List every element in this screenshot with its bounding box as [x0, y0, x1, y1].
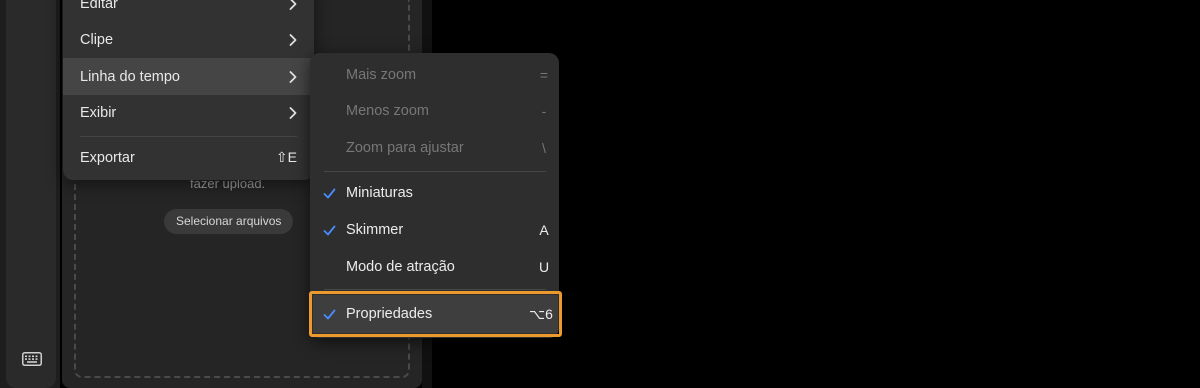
submenu-separator [324, 289, 546, 290]
submenu-item-shortcut: U [538, 259, 550, 275]
menu-separator [80, 136, 297, 137]
submenu-item-zoom-para-ajustar[interactable]: Zoom para ajustar \ [310, 130, 559, 166]
chevron-right-icon [289, 70, 297, 83]
submenu-item-shortcut: - [541, 103, 547, 119]
checkmark-icon [310, 225, 346, 236]
highlight-callout-box [309, 291, 562, 337]
chevron-right-icon [289, 0, 297, 10]
menu-item-exibir[interactable]: Exibir [63, 94, 314, 131]
submenu-item-shortcut: A [539, 222, 549, 238]
menu-item-editar[interactable]: Editar [63, 0, 314, 22]
submenu-separator [324, 171, 546, 172]
submenu-item-label: Mais zoom [346, 67, 417, 83]
menu-item-label: Exportar [80, 149, 135, 166]
menu-item-clipe[interactable]: Clipe [63, 21, 314, 58]
chevron-right-icon [289, 106, 297, 119]
select-files-button[interactable]: Selecionar arquivos [164, 209, 294, 234]
checkmark-icon [310, 188, 346, 199]
menu-item-exportar[interactable]: Exportar ⇧E [63, 139, 314, 176]
keyboard-icon[interactable] [22, 352, 42, 366]
submenu-item-modo-de-atracao[interactable]: Modo de atração U [310, 249, 559, 285]
left-toolbar-panel [6, 0, 56, 388]
menu-item-linha-do-tempo[interactable]: Linha do tempo [63, 58, 314, 95]
submenu-item-shortcut: \ [542, 140, 546, 156]
submenu-item-label: Modo de atração [346, 259, 455, 275]
left-toolbar [0, 0, 60, 388]
submenu-item-miniaturas[interactable]: Miniaturas [310, 175, 559, 211]
submenu-item-label: Menos zoom [346, 103, 430, 119]
submenu-item-label: Zoom para ajustar [346, 140, 464, 156]
submenu-item-label: Skimmer [346, 222, 404, 238]
submenu-item-label: Miniaturas [346, 185, 413, 201]
submenu-item-shortcut: = [539, 67, 549, 83]
submenu-item-menos-zoom[interactable]: Menos zoom - [310, 93, 559, 129]
menu-item-shortcut: ⇧E [275, 149, 297, 165]
chevron-right-icon [289, 33, 297, 46]
menu-item-label: Editar [80, 0, 118, 12]
menu-item-label: Linha do tempo [80, 68, 180, 85]
submenu-item-mais-zoom[interactable]: Mais zoom = [310, 57, 559, 93]
menu-item-label: Exibir [80, 104, 117, 121]
submenu-item-skimmer[interactable]: Skimmer A [310, 212, 559, 248]
context-menu: Editar Clipe Linha do tempo Exibir Expor… [63, 0, 314, 180]
menu-item-label: Clipe [80, 31, 114, 48]
